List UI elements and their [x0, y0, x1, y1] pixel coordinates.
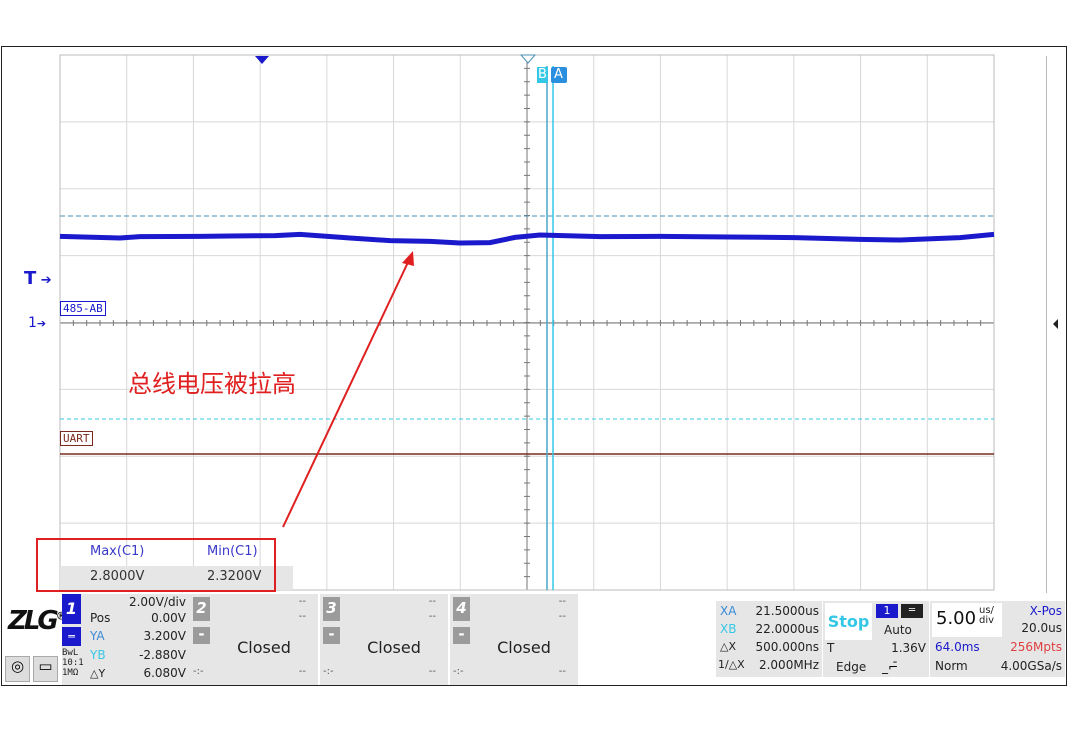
trigger-position-marker: [255, 56, 269, 64]
ch-scale: --: [428, 596, 436, 607]
ch-value: --: [298, 666, 306, 677]
dc-coupling-icon: ═: [62, 627, 81, 646]
xpos-label: X-Pos: [1005, 604, 1062, 618]
uart-label-tag[interactable]: UART: [60, 431, 93, 446]
annotation-text: 总线电压被拉高: [128, 370, 296, 398]
dy-value: 6.080V: [110, 666, 186, 680]
xa-label: XA: [720, 604, 737, 618]
input-impedance: 1MΩ: [62, 668, 79, 678]
memory-depth: 256Mpts: [1000, 640, 1062, 654]
ch-info: -:-: [323, 666, 334, 677]
inv-dx-value: 2.000MHz: [745, 658, 819, 672]
ch1-badge[interactable]: 1: [62, 594, 81, 624]
ch-value: --: [558, 666, 566, 677]
ch-info: -:-: [453, 666, 464, 677]
ch-badge[interactable]: 4: [453, 597, 470, 621]
touch-icon[interactable]: ◎: [5, 656, 30, 682]
ch4-panel[interactable]: 4 - -- -- Closed -:- --: [450, 594, 578, 685]
annotation-arrowhead: [402, 251, 414, 266]
acquisition-mode[interactable]: Norm: [935, 659, 968, 673]
inv-dx-label: 1/△X: [718, 658, 745, 671]
arrow-right-icon: ➔: [36, 317, 47, 330]
ch-badge[interactable]: 2: [193, 597, 210, 621]
probe-ratio: 10:1: [62, 658, 84, 668]
ch-scale: --: [298, 596, 306, 607]
dy-label: △Y: [90, 667, 106, 680]
measurement-highlight-box: [36, 538, 276, 592]
timebase-scale: 5.00: [936, 608, 977, 629]
ch1-pos-value: 0.00V: [120, 611, 186, 625]
ch-badge[interactable]: 3: [323, 597, 340, 621]
ch1-offset-marker[interactable]: 1➔: [28, 315, 46, 331]
xb-value: 22.0000us: [745, 622, 819, 636]
dx-value: 500.000ns: [745, 640, 819, 654]
record-time: 64.0ms: [935, 640, 980, 654]
xa-value: 21.5000us: [745, 604, 819, 618]
dc-coupling-icon: ═: [901, 604, 923, 618]
ch1-pos-label: Pos: [90, 611, 111, 625]
ch-minus-badge[interactable]: -: [193, 627, 210, 644]
ch-scale: --: [558, 596, 566, 607]
ch-pos: --: [428, 611, 436, 622]
trigger-level-label: T: [827, 641, 835, 655]
trigger-mode[interactable]: Auto: [884, 623, 912, 637]
cursor-a-label[interactable]: A: [554, 67, 563, 83]
ch3-panel[interactable]: 3 - -- -- Closed -:- --: [320, 594, 448, 685]
time-origin-marker: [519, 54, 537, 64]
trigger-level-marker[interactable]: T ➔: [24, 268, 52, 289]
ch1-scale[interactable]: 2.00V/div: [90, 595, 186, 609]
trigger-source-badge[interactable]: 1: [876, 604, 898, 618]
arrow-right-icon: ➔: [36, 273, 52, 288]
dx-label: △X: [720, 640, 736, 653]
yb-value: -2.880V: [110, 648, 186, 662]
ch-minus-badge[interactable]: -: [453, 627, 470, 644]
cursor-b-label[interactable]: B: [538, 67, 547, 83]
ch-value: --: [428, 666, 436, 677]
ch-pos: --: [558, 611, 566, 622]
ya-label: YA: [90, 629, 105, 643]
trigger-label: T: [24, 268, 37, 289]
zlg-logo: ZLG®: [8, 606, 67, 636]
ch-status: Closed: [237, 638, 291, 657]
xpos-value[interactable]: 20.0us: [1005, 621, 1062, 635]
timebase-unit-bottom: div: [979, 615, 995, 626]
sample-rate: 4.00GSa/s: [985, 659, 1062, 673]
bandwidth-limit: BwL: [62, 648, 79, 658]
ch-status: Closed: [367, 638, 421, 657]
expand-panel-icon: [1053, 319, 1058, 329]
annotation-arrow: [282, 257, 411, 528]
rising-edge-icon: _⌐̄: [882, 660, 899, 674]
grid: [59, 54, 995, 591]
xb-label: XB: [720, 622, 737, 636]
ch-status: Closed: [497, 638, 551, 657]
trigger-level-value[interactable]: 1.36V: [860, 641, 926, 655]
ch2-panel[interactable]: 2 - -- -- Closed -:- --: [190, 594, 318, 685]
ch1-label-tag[interactable]: 485-AB: [60, 301, 106, 316]
right-panel-divider: [1046, 56, 1047, 596]
ch-pos: --: [298, 611, 306, 622]
run-stop-button[interactable]: Stop: [825, 603, 872, 640]
ya-value: 3.200V: [110, 629, 186, 643]
yb-label: YB: [90, 648, 106, 662]
ch1-marker-label: 1: [28, 315, 37, 331]
trigger-type[interactable]: Edge: [836, 660, 867, 674]
gesture-icon[interactable]: ▭: [33, 656, 58, 682]
ch-minus-badge[interactable]: -: [323, 627, 340, 644]
ch-info: -:-: [193, 666, 204, 677]
